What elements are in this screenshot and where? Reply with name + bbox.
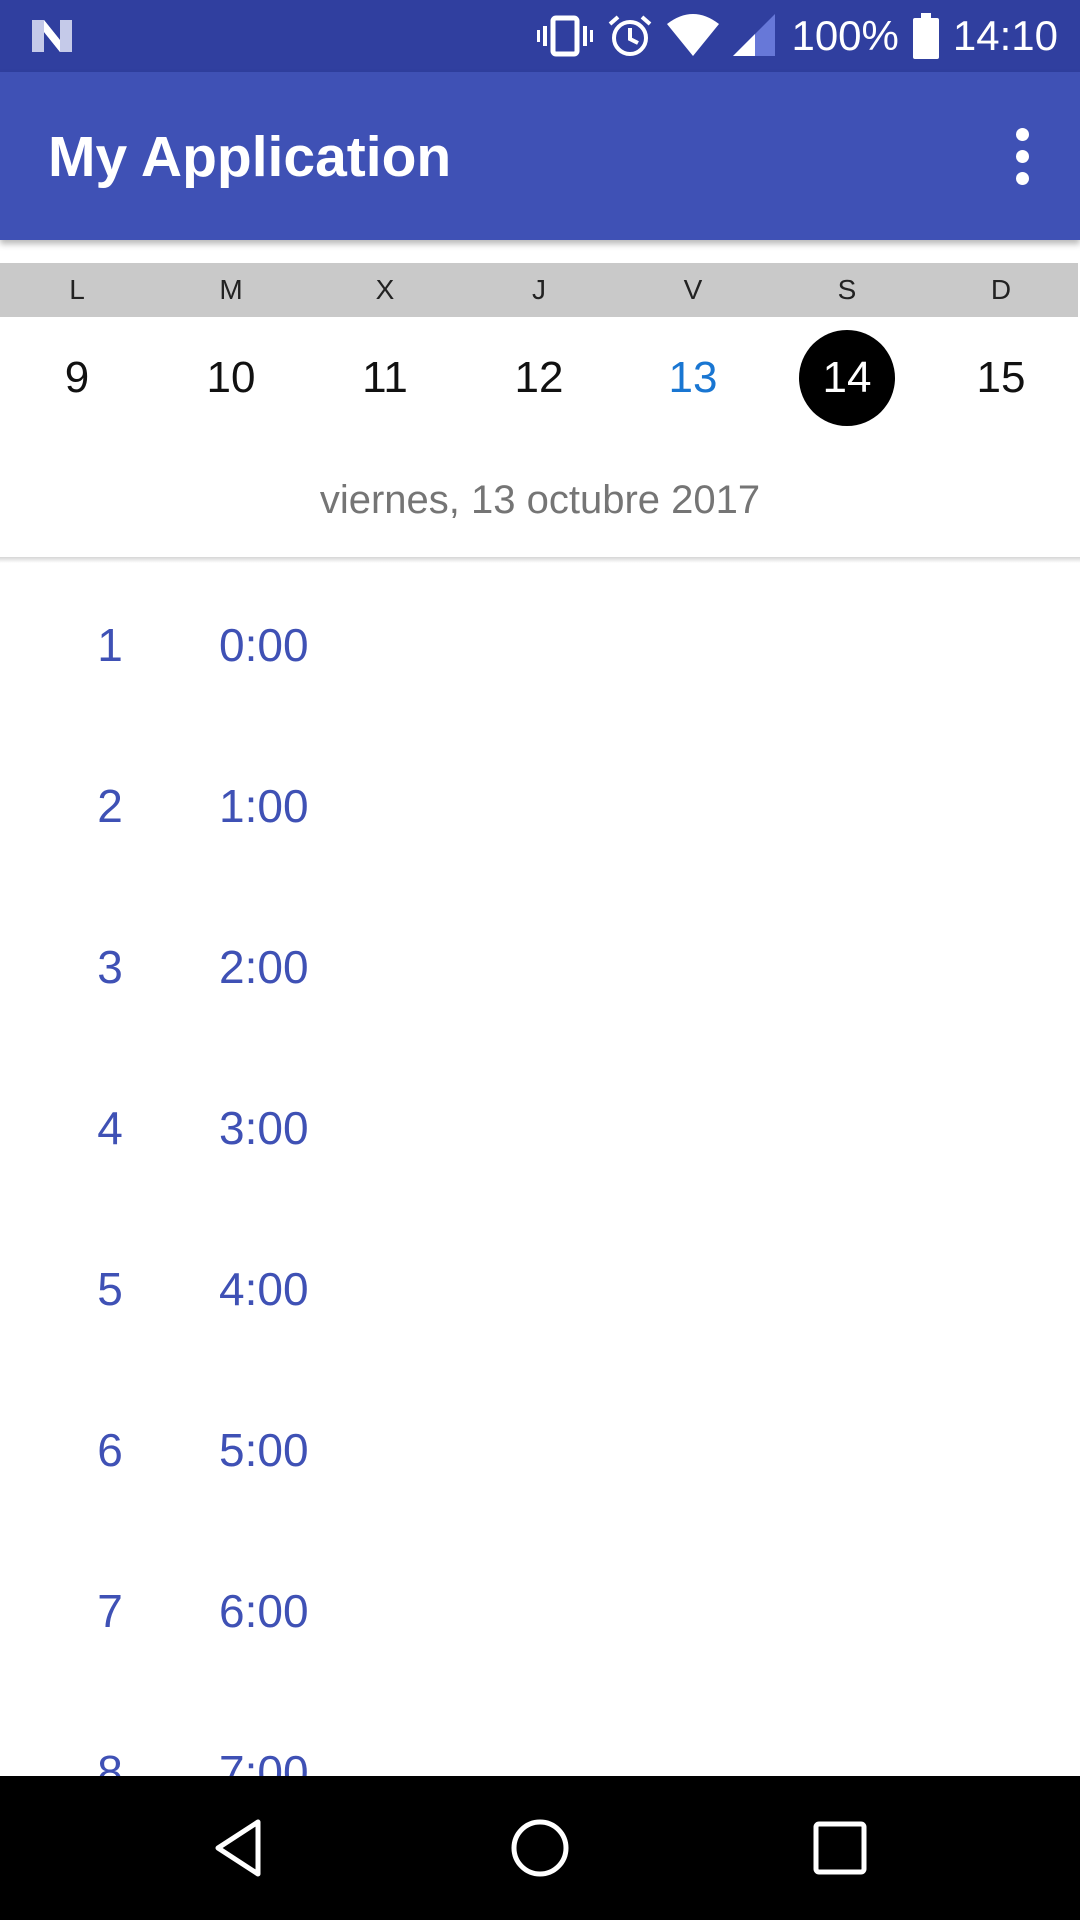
day-number: 10 [206, 353, 256, 402]
hour-time: 1:00 [219, 780, 309, 832]
app-bar: My Application [0, 72, 1080, 240]
day-number: 14 [822, 353, 872, 402]
calendar-day[interactable]: 12 [462, 328, 616, 428]
overflow-dot [1015, 127, 1029, 141]
list-item[interactable]: 5 4:00 [0, 1207, 1080, 1368]
battery-percent: 100% [791, 12, 899, 59]
weekday-label: X [375, 274, 395, 305]
calendar-day-today[interactable]: 13 [616, 328, 770, 428]
overflow-dot [1015, 149, 1029, 163]
weekday-label: M [219, 274, 243, 305]
hour-index: 6 [97, 1424, 123, 1476]
list-item[interactable]: 2 1:00 [0, 724, 1080, 885]
hour-index: 2 [97, 780, 123, 832]
weekday-label: J [532, 274, 546, 305]
calendar-day[interactable]: 11 [308, 328, 462, 428]
hour-index: 5 [97, 1263, 123, 1315]
calendar-day[interactable]: 9 [0, 328, 154, 428]
hour-index: 3 [97, 941, 123, 993]
selected-date-label: viernes, 13 octubre 2017 [319, 478, 761, 522]
hour-index: 7 [97, 1585, 123, 1637]
hour-time: 3:00 [219, 1102, 309, 1154]
alarm-icon [609, 15, 652, 56]
weekday-header: L M X J V S D [0, 263, 1078, 317]
day-number: 11 [362, 353, 408, 402]
day-number: 13 [668, 353, 718, 402]
hour-time: 0:00 [219, 619, 309, 671]
weekday-label: S [837, 274, 857, 305]
back-icon[interactable] [206, 1814, 274, 1882]
hour-time: 7:00 [219, 1746, 309, 1776]
list-item[interactable]: 4 3:00 [0, 1046, 1080, 1207]
day-number: 9 [64, 353, 90, 402]
list-item[interactable]: 6 5:00 [0, 1368, 1080, 1529]
app-title: My Application [48, 125, 452, 189]
status-bar: 100% 14:10 [0, 0, 1080, 72]
list-item[interactable]: 7 6:00 [0, 1529, 1080, 1690]
weekday-label: D [990, 274, 1012, 305]
week-days: 9 10 11 12 13 14 15 [0, 328, 1080, 428]
hour-time: 2:00 [219, 941, 309, 993]
list-item[interactable]: 8 7:00 [0, 1690, 1080, 1776]
list-item[interactable]: 3 2:00 [0, 885, 1080, 1046]
vibrate-icon [537, 15, 594, 57]
status-icons: 100% 14:10 [537, 0, 1058, 72]
wifi-icon [667, 14, 720, 56]
hour-index: 1 [97, 619, 123, 671]
hour-index: 8 [97, 1746, 123, 1776]
hour-index: 4 [97, 1102, 123, 1154]
day-number: 12 [514, 353, 564, 402]
signal-icon [733, 14, 776, 56]
battery-icon [912, 13, 939, 59]
home-icon[interactable] [506, 1814, 574, 1882]
navigation-bar [0, 1776, 1080, 1920]
calendar-day-selected[interactable]: 14 [770, 328, 924, 428]
list-item[interactable]: 1 0:00 [0, 563, 1080, 724]
clock: 14:10 [952, 12, 1058, 59]
hour-time: 5:00 [219, 1424, 309, 1476]
recents-icon[interactable] [806, 1814, 874, 1882]
hour-time: 6:00 [219, 1585, 309, 1637]
calendar-day[interactable]: 15 [924, 328, 1078, 428]
calendar-day[interactable]: 10 [154, 328, 308, 428]
overflow-menu-icon[interactable] [986, 116, 1058, 196]
hour-list[interactable]: 1 0:00 2 1:00 3 2:00 4 3:00 5 4:00 6 5:0… [0, 563, 1080, 1776]
weekday-label: V [683, 274, 703, 305]
day-number: 15 [976, 353, 1026, 402]
hour-time: 4:00 [219, 1263, 309, 1315]
overflow-dot [1015, 171, 1029, 185]
weekday-label: L [69, 274, 85, 305]
n-logo-icon [32, 20, 72, 52]
